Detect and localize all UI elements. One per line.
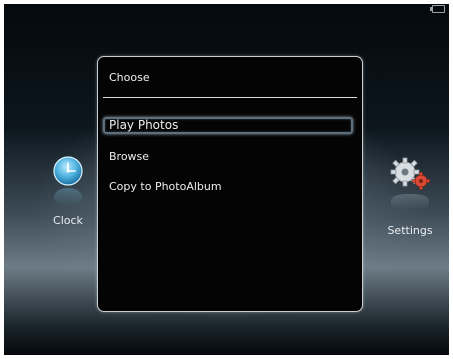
clock-icon <box>53 156 83 186</box>
settings-label: Settings <box>387 224 433 237</box>
battery-icon <box>430 5 445 13</box>
clock-icon-reflection <box>54 188 82 206</box>
side-item-clock[interactable]: Clock <box>40 156 96 227</box>
gear-icon-reflection <box>391 194 429 210</box>
gear-icon <box>388 154 432 194</box>
choose-menu-panel: Choose Play Photos Browse Copy to PhotoA… <box>97 56 363 312</box>
menu-title: Choose <box>109 71 150 84</box>
side-item-settings[interactable]: Settings <box>376 154 444 237</box>
menu-item-browse[interactable]: Browse <box>103 148 353 165</box>
menu-divider <box>103 97 357 98</box>
menu-item-play-photos[interactable]: Play Photos <box>103 117 353 134</box>
menu-item-copy-to-photoalbum[interactable]: Copy to PhotoAlbum <box>103 178 353 195</box>
photo-frame-screen: Clock Settings Choose Play Photos Browse… <box>4 4 449 355</box>
clock-label: Clock <box>53 214 83 227</box>
